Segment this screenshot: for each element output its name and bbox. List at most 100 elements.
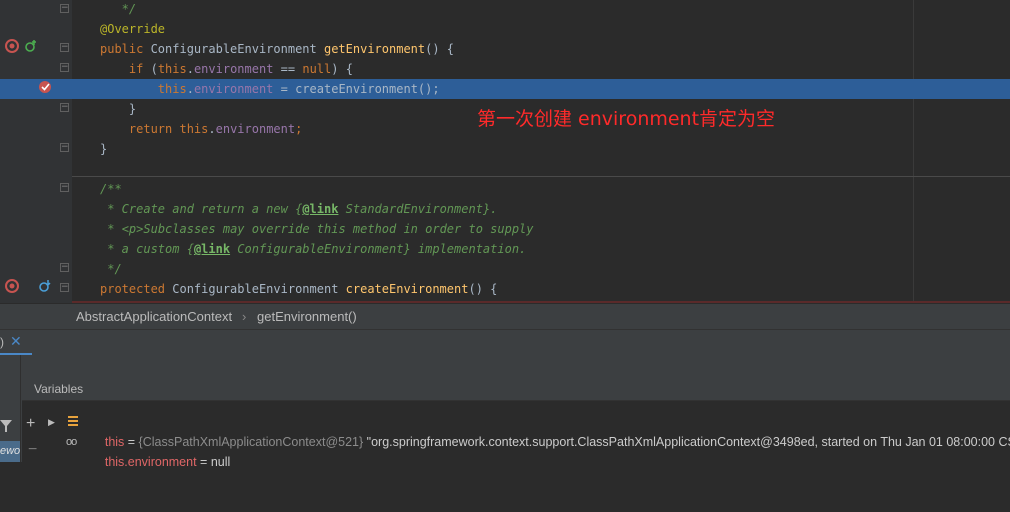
fold-icon[interactable]: − <box>60 43 69 52</box>
code-token: ) { <box>331 62 353 76</box>
code-token: ; <box>295 122 303 136</box>
fold-end-icon[interactable]: − <box>60 263 69 272</box>
code-token: environment <box>215 122 296 136</box>
code-token: getEnvironment <box>323 42 426 56</box>
fold-end-icon[interactable]: − <box>60 4 69 13</box>
debug-panel: Variables + − ewo ▶ this = {ClassPathXml… <box>0 355 1010 469</box>
code-text: if (this.environment == null) { <box>100 59 353 79</box>
code-token: () { <box>425 42 455 56</box>
code-line[interactable]: * Create and return a new {@link Standar… <box>0 199 1010 219</box>
variables-title: Variables <box>34 382 84 396</box>
code-token: () { <box>468 282 498 296</box>
breakpoint-hit-icon[interactable] <box>38 80 52 97</box>
code-token: createEnvironment <box>345 282 469 296</box>
code-token: == <box>273 62 303 76</box>
code-token: null <box>302 62 332 76</box>
variable-row-watch[interactable]: oo this.environment = null <box>48 432 230 469</box>
code-line[interactable] <box>0 159 1010 179</box>
code-token: { <box>186 242 194 256</box>
filter-icon[interactable] <box>0 419 12 433</box>
code-token: ( <box>150 62 158 76</box>
code-line[interactable]: public ConfigurableEnvironment getEnviro… <box>0 39 1010 59</box>
code-token: this <box>179 122 209 136</box>
code-line[interactable]: if (this.environment == null) { <box>0 59 1010 79</box>
code-token: * <box>100 222 122 236</box>
breadcrumb-separator: › <box>242 309 247 324</box>
code-line[interactable]: @Override <box>0 19 1010 39</box>
code-line[interactable]: /** <box>0 179 1010 199</box>
fold-icon[interactable]: − <box>60 183 69 192</box>
stack-icon <box>68 416 78 426</box>
code-text: public ConfigurableEnvironment getEnviro… <box>100 39 454 59</box>
close-icon[interactable]: ✕ <box>10 333 22 350</box>
code-line[interactable]: } <box>0 139 1010 159</box>
code-token: * Create and return a new <box>100 202 296 216</box>
code-text: protected ConfigurableEnvironment create… <box>100 279 497 299</box>
variables-header: Variables <box>22 377 1010 401</box>
code-token: if <box>100 62 151 76</box>
code-token: @Override <box>100 22 166 36</box>
code-token: Subclasses may override this method in o… <box>143 222 534 236</box>
code-text: } <box>100 139 107 159</box>
code-token: this <box>100 82 187 96</box>
add-watch-button[interactable]: + <box>26 415 35 433</box>
code-text: /** <box>100 179 122 199</box>
debug-session-tab[interactable]: ) <box>0 335 4 349</box>
breakpoint-target-icon[interactable] <box>5 39 19 56</box>
code-token: @link <box>193 242 231 256</box>
annotation-note: 第一次创建 environment肯定为空 <box>477 108 776 130</box>
code-token: environment <box>193 82 274 96</box>
code-token: ConfigurableEnvironment <box>150 42 324 56</box>
breakpoint-target-icon[interactable] <box>5 279 19 296</box>
code-line[interactable]: */ <box>0 259 1010 279</box>
code-token: } implementation. <box>403 242 527 256</box>
code-token: */ <box>100 262 122 276</box>
code-text: * <p>Subclasses may override this method… <box>100 219 534 239</box>
breadcrumb-method[interactable]: getEnvironment() <box>257 309 357 324</box>
current-execution-line[interactable]: this.environment = createEnvironment(); <box>0 79 1010 99</box>
code-token: protected <box>100 282 173 296</box>
fold-icon[interactable]: − <box>60 283 69 292</box>
code-token: @link <box>302 202 339 216</box>
code-token: return <box>100 122 180 136</box>
code-token: */ <box>100 2 137 16</box>
fold-icon[interactable]: − <box>60 63 69 72</box>
code-text: @Override <box>100 19 165 39</box>
code-line[interactable]: */ <box>0 0 1010 19</box>
variable-row-this[interactable]: ▶ this = {ClassPathXmlApplicationContext… <box>48 412 1010 449</box>
overridden-method-icon[interactable] <box>38 279 52 296</box>
code-token: = createEnvironment(); <box>273 82 440 96</box>
code-line[interactable]: protected ConfigurableEnvironment create… <box>0 279 1010 299</box>
code-token: this <box>157 62 187 76</box>
code-token: public <box>100 42 151 56</box>
code-token: StandardEnvironment <box>338 202 483 216</box>
variable-value: null <box>210 455 231 469</box>
selected-frame-item[interactable]: ewo <box>0 441 20 462</box>
breadcrumb-class[interactable]: AbstractApplicationContext <box>76 309 232 324</box>
expand-arrow-icon[interactable]: ▶ <box>48 412 55 432</box>
breadcrumb: AbstractApplicationContext › getEnvironm… <box>0 303 1010 329</box>
code-line[interactable]: * a custom {@link ConfigurableEnvironmen… <box>0 239 1010 259</box>
override-method-icon[interactable] <box>24 39 38 56</box>
fold-end-icon[interactable]: − <box>60 103 69 112</box>
code-token: . <box>186 82 194 96</box>
code-token: }. <box>482 202 498 216</box>
code-text: this.environment = createEnvironment(); <box>100 79 440 99</box>
code-token: } <box>100 102 137 116</box>
frame-label: ewo <box>0 445 20 457</box>
remove-watch-button[interactable]: − <box>28 441 37 459</box>
equals-sign: = <box>196 455 211 469</box>
code-token: /** <box>100 182 122 196</box>
watch-glasses-icon: oo <box>66 436 77 448</box>
code-token: * a custom <box>100 242 187 256</box>
code-text: } <box>100 99 136 119</box>
code-token: <p> <box>121 222 144 236</box>
fold-end-icon[interactable]: − <box>60 143 69 152</box>
code-line[interactable]: * <p>Subclasses may override this method… <box>0 219 1010 239</box>
code-text: return this.environment; <box>100 119 302 139</box>
code-editor[interactable]: */ @Override public ConfigurableEnvironmen… <box>0 0 1010 303</box>
variable-name: this.environment <box>104 455 197 469</box>
debug-tab-bar: ) ✕ <box>0 329 1010 356</box>
code-token: ConfigurableEnvironment <box>172 282 346 296</box>
code-text: * a custom {@link ConfigurableEnvironmen… <box>100 239 526 259</box>
